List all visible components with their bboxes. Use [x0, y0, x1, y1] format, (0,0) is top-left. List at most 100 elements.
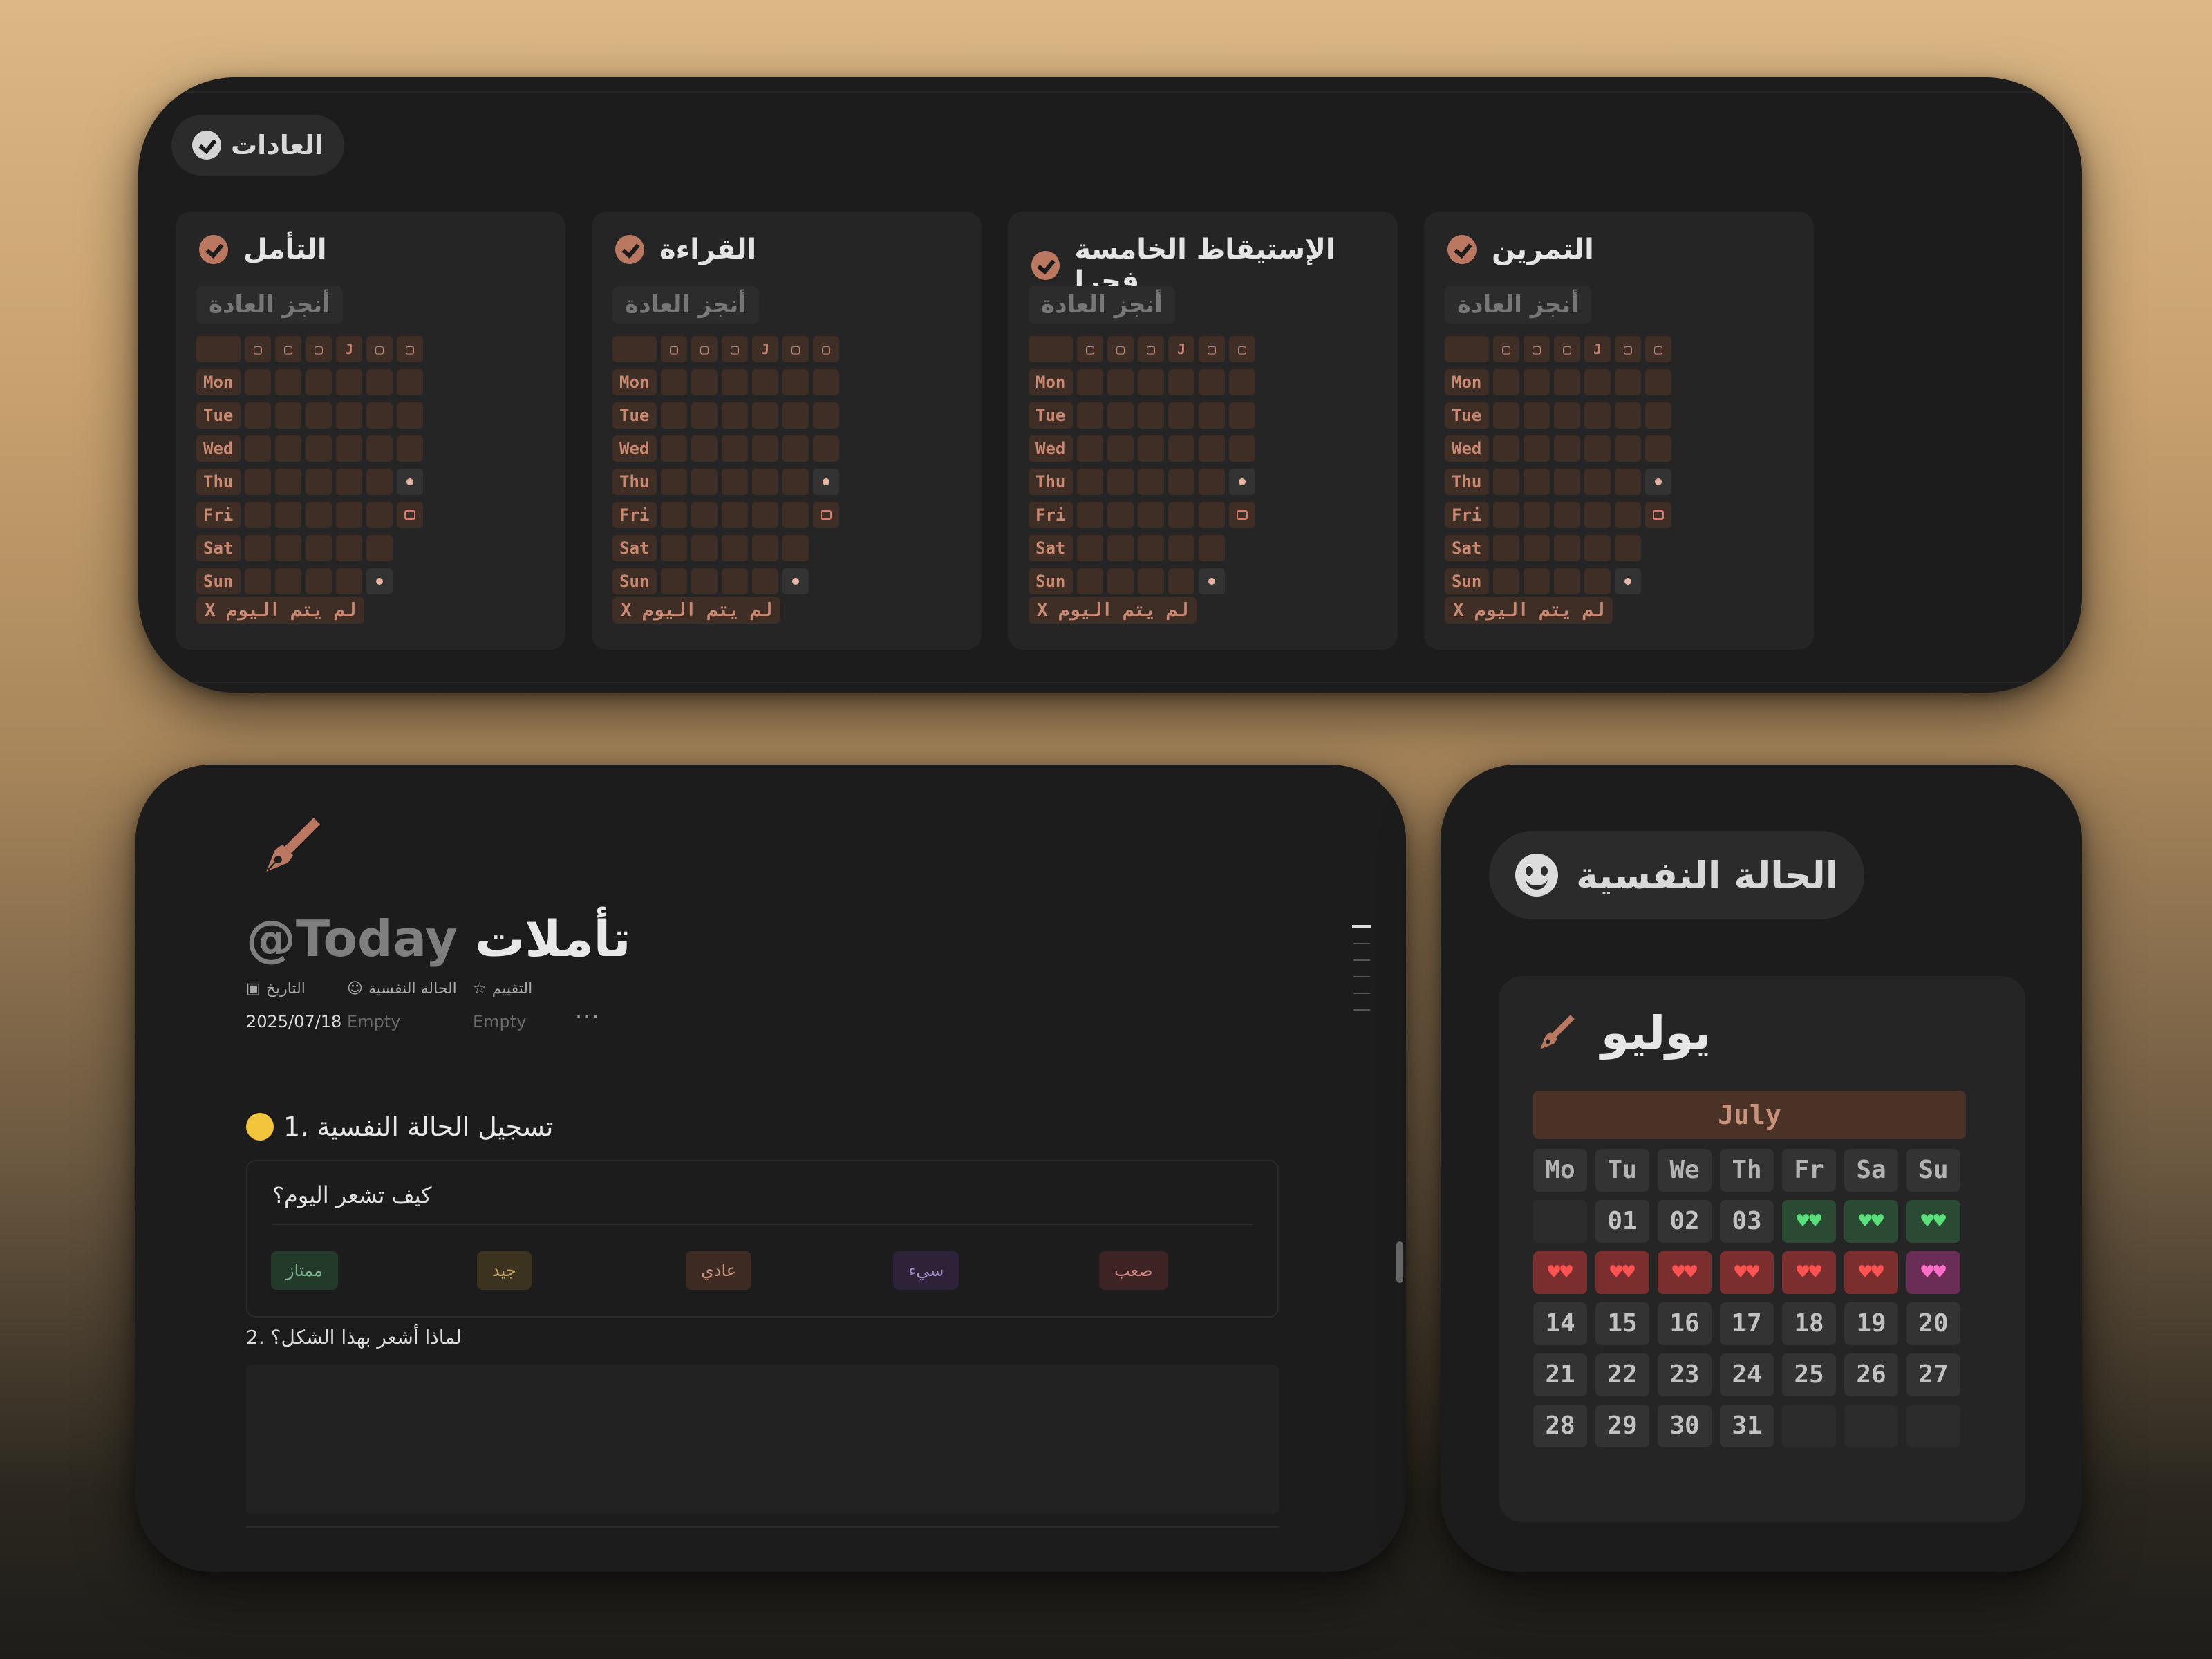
heatmap-cell[interactable] [1229, 435, 1255, 462]
calendar-day[interactable]: 21 [1533, 1353, 1587, 1396]
heatmap-cell[interactable] [1199, 402, 1225, 429]
mood-option-button[interactable]: عادي [686, 1251, 752, 1290]
heatmap-cell[interactable] [1584, 369, 1611, 395]
heatmap-cell[interactable] [1077, 568, 1103, 594]
heatmap-cell[interactable] [782, 435, 809, 462]
calendar-day[interactable]: 27 [1906, 1353, 1960, 1396]
heatmap-cell[interactable] [1107, 402, 1134, 429]
heatmap-cell-today[interactable] [813, 469, 839, 495]
calendar-day[interactable]: 22 [1595, 1353, 1649, 1396]
calendar-day-mood[interactable]: ♥♥ [1782, 1251, 1836, 1294]
today-mention[interactable]: @Today [246, 910, 458, 968]
heatmap-cell[interactable] [1493, 435, 1519, 462]
heatmap-cell[interactable] [1138, 435, 1164, 462]
calendar-day-mood[interactable]: ♥♥ [1595, 1251, 1649, 1294]
heatmap-cell[interactable] [397, 402, 423, 429]
heatmap-cell[interactable] [275, 369, 301, 395]
calendar-day[interactable]: 25 [1782, 1353, 1836, 1396]
heatmap-cell[interactable] [691, 369, 718, 395]
heatmap-cell[interactable] [813, 402, 839, 429]
calendar-day[interactable]: 18 [1782, 1302, 1836, 1345]
heatmap-cell[interactable] [275, 469, 301, 495]
heatmap-cell[interactable] [397, 435, 423, 462]
heatmap-cell[interactable] [1229, 402, 1255, 429]
heatmap-cell-missed[interactable] [397, 502, 423, 528]
habits-header-chip[interactable]: العادات [171, 115, 344, 176]
heatmap-cell[interactable] [782, 535, 809, 561]
heatmap-cell[interactable] [1077, 435, 1103, 462]
heatmap-cell[interactable] [1554, 502, 1580, 528]
heatmap-cell[interactable] [245, 535, 271, 561]
calendar-day[interactable]: 26 [1844, 1353, 1898, 1396]
heatmap-cell[interactable] [1168, 402, 1194, 429]
calendar-day-mood[interactable]: ♥♥ [1782, 1200, 1836, 1243]
heatmap-cell[interactable] [691, 435, 718, 462]
heatmap-cell[interactable] [722, 469, 748, 495]
heatmap-cell[interactable] [1199, 535, 1225, 561]
heatmap-cell[interactable] [306, 435, 332, 462]
heatmap-cell[interactable] [1168, 369, 1194, 395]
heatmap-cell[interactable] [1168, 568, 1194, 594]
calendar-day[interactable]: 30 [1658, 1405, 1712, 1447]
complete-habit-button[interactable]: أنجز العادة [1445, 286, 1591, 324]
heatmap-cell[interactable] [1584, 502, 1611, 528]
heatmap-cell[interactable] [1554, 535, 1580, 561]
calendar-day[interactable]: 31 [1720, 1405, 1774, 1447]
calendar-day[interactable]: 16 [1658, 1302, 1712, 1345]
heatmap-cell[interactable] [1615, 402, 1641, 429]
heatmap-cell[interactable] [1199, 502, 1225, 528]
calendar-day[interactable]: 15 [1595, 1302, 1649, 1345]
heatmap-cell[interactable] [1077, 369, 1103, 395]
more-properties-button[interactable]: ··· [575, 1004, 601, 1030]
heatmap-cell[interactable] [336, 369, 362, 395]
heatmap-cell[interactable] [366, 535, 393, 561]
heatmap-cell[interactable] [782, 469, 809, 495]
heatmap-cell[interactable] [1168, 535, 1194, 561]
heatmap-cell[interactable] [1077, 402, 1103, 429]
mood-option-button[interactable]: صعب [1099, 1251, 1168, 1290]
heatmap-cell[interactable] [1615, 469, 1641, 495]
heatmap-cell[interactable] [752, 469, 778, 495]
heatmap-cell[interactable] [661, 502, 687, 528]
heatmap-cell[interactable] [752, 568, 778, 594]
heatmap-cell[interactable] [1199, 369, 1225, 395]
heatmap-cell[interactable] [245, 402, 271, 429]
heatmap-cell[interactable] [1107, 469, 1134, 495]
heatmap-cell[interactable] [752, 402, 778, 429]
heatmap-cell[interactable] [1138, 535, 1164, 561]
mood-option-button[interactable]: سيء [893, 1251, 959, 1290]
heatmap-cell[interactable] [813, 435, 839, 462]
heatmap-cell[interactable] [245, 435, 271, 462]
heatmap-cell[interactable] [1584, 435, 1611, 462]
heatmap-cell[interactable] [1554, 435, 1580, 462]
heatmap-cell[interactable] [1168, 469, 1194, 495]
calendar-day[interactable]: 20 [1906, 1302, 1960, 1345]
heatmap-cell[interactable] [691, 469, 718, 495]
heatmap-cell[interactable] [722, 502, 748, 528]
heatmap-cell[interactable] [1199, 469, 1225, 495]
calendar-day-mood[interactable]: ♥♥ [1533, 1251, 1587, 1294]
heatmap-cell[interactable] [1554, 402, 1580, 429]
heatmap-cell[interactable] [1138, 568, 1164, 594]
heatmap-cell-today[interactable] [782, 568, 809, 594]
heatmap-cell[interactable] [1168, 502, 1194, 528]
heatmap-cell[interactable] [1107, 535, 1134, 561]
heatmap-cell[interactable] [1524, 535, 1550, 561]
heatmap-cell[interactable] [1077, 469, 1103, 495]
heatmap-cell[interactable] [397, 369, 423, 395]
heatmap-cell[interactable] [336, 568, 362, 594]
heatmap-cell[interactable] [245, 502, 271, 528]
heatmap-cell[interactable] [782, 402, 809, 429]
heatmap-cell[interactable] [752, 369, 778, 395]
property-value-rating[interactable]: Empty [473, 1012, 526, 1031]
heatmap-cell[interactable] [336, 469, 362, 495]
heatmap-cell[interactable] [1493, 369, 1519, 395]
heatmap-cell[interactable] [1615, 535, 1641, 561]
heatmap-cell[interactable] [306, 535, 332, 561]
calendar-day-mood[interactable]: ♥♥ [1658, 1251, 1712, 1294]
heatmap-cell[interactable] [1493, 568, 1519, 594]
heatmap-cell[interactable] [691, 535, 718, 561]
habit-title[interactable]: التمرين [1447, 234, 1594, 265]
property-date[interactable]: ▣ التاريخ [246, 980, 306, 997]
calendar-day[interactable]: 28 [1533, 1405, 1587, 1447]
